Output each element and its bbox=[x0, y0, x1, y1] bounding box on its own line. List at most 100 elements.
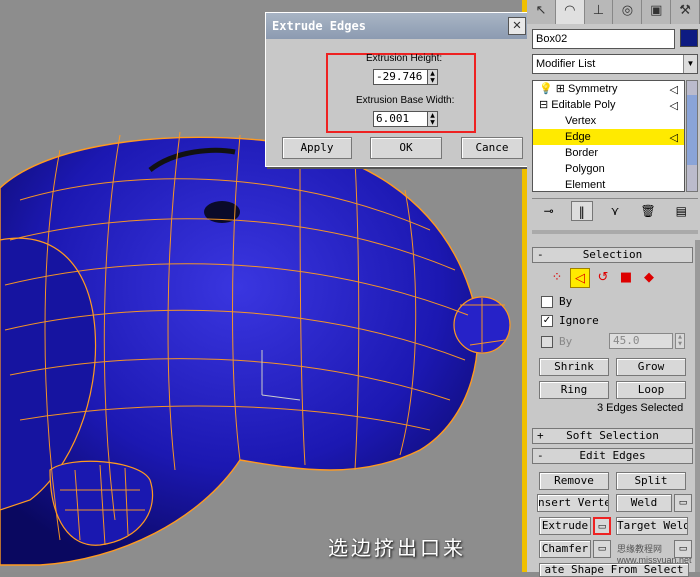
insert-vertex-button[interactable]: nsert Verte bbox=[537, 494, 609, 512]
create-icon[interactable]: ↖ bbox=[527, 0, 556, 24]
extrude-edges-dialog: Extrude Edges ✕ Extrusion Height: -29.74… bbox=[265, 12, 531, 167]
hierarchy-icon[interactable]: ⊥ bbox=[585, 0, 614, 24]
stack-item-element[interactable]: Element bbox=[533, 177, 684, 191]
weld-button[interactable]: Weld bbox=[616, 494, 672, 512]
scrollbar-thumb[interactable] bbox=[687, 95, 697, 165]
caption-text: 选边挤出口来 bbox=[328, 536, 466, 560]
stack-item-label: Edge bbox=[565, 131, 591, 143]
collapse-icon[interactable]: ⊟ bbox=[539, 99, 548, 111]
border-mode-icon[interactable]: ↺ bbox=[593, 268, 613, 288]
display-icon[interactable]: ▣ bbox=[642, 0, 672, 24]
grow-button[interactable]: Grow bbox=[616, 358, 686, 376]
panel-scrollbar[interactable] bbox=[695, 240, 700, 572]
modifier-list-dropdown[interactable]: Modifier List ▼ bbox=[532, 54, 698, 74]
soft-selection-rollout-header[interactable]: + Soft Selection bbox=[532, 428, 693, 444]
lightbulb-icon[interactable]: 💡 bbox=[539, 83, 553, 95]
polygon-mode-icon[interactable]: ■ bbox=[616, 268, 636, 288]
collapse-toggle: - bbox=[537, 449, 544, 462]
show-end-result-icon[interactable]: ‖ bbox=[570, 200, 593, 221]
dialog-titlebar[interactable]: Extrude Edges ✕ bbox=[266, 13, 530, 39]
extrusion-width-spinner[interactable]: 6.001 ▲ ▼ bbox=[373, 111, 438, 127]
settings-icon[interactable]: ▭ bbox=[674, 540, 692, 558]
soft-selection-title: Soft Selection bbox=[566, 429, 659, 442]
spinner-arrows-icon[interactable]: ▲ ▼ bbox=[675, 333, 685, 349]
chamfer-settings-icon[interactable]: ▭ bbox=[593, 540, 611, 558]
ok-button[interactable]: OK bbox=[370, 137, 442, 159]
by-angle-label: By bbox=[559, 335, 573, 348]
stack-toolbar: ⊸ ‖ ⋎ 🗑 ▤ bbox=[532, 198, 698, 222]
extrude-settings-icon[interactable]: ▭ bbox=[593, 517, 611, 535]
selection-title: Selection bbox=[582, 248, 643, 261]
create-shape-button[interactable]: ate Shape From Select bbox=[539, 563, 689, 577]
object-name-input[interactable]: Box02 bbox=[532, 29, 675, 49]
stack-item-label: Editable Poly bbox=[551, 99, 616, 111]
ignore-backfacing-checkbox[interactable]: ✓ bbox=[541, 315, 553, 327]
target-weld-button[interactable]: Target Weld bbox=[616, 517, 688, 535]
stack-item-label: Element bbox=[565, 179, 606, 191]
motion-icon[interactable]: ◎ bbox=[613, 0, 643, 24]
close-icon[interactable]: ✕ bbox=[508, 17, 526, 35]
weld-settings-icon[interactable]: ▭ bbox=[674, 494, 692, 512]
stack-item-vertex[interactable]: Vertex bbox=[533, 113, 684, 129]
remove-modifier-icon[interactable]: 🗑 bbox=[637, 201, 659, 221]
shrink-button[interactable]: Shrink bbox=[539, 358, 609, 376]
collapse-toggle: - bbox=[537, 248, 544, 261]
split-button[interactable]: Split bbox=[616, 472, 686, 490]
element-mode-icon[interactable]: ◆ bbox=[639, 268, 659, 288]
angle-input[interactable]: 45.0 bbox=[609, 333, 673, 349]
show-end-result-icon: ◁ bbox=[669, 84, 678, 96]
stack-item-label: Border bbox=[565, 147, 599, 159]
cancel-button[interactable]: Cance bbox=[461, 137, 523, 159]
apply-button[interactable]: Apply bbox=[282, 137, 352, 159]
extrude-button[interactable]: Extrude bbox=[539, 517, 591, 535]
modify-icon[interactable]: ◠ bbox=[555, 0, 585, 24]
edit-edges-rollout-header[interactable]: - Edit Edges bbox=[532, 448, 693, 464]
remove-button[interactable]: Remove bbox=[539, 472, 609, 490]
extrusion-height-label: Extrusion Height: bbox=[366, 53, 443, 64]
by-angle-checkbox[interactable] bbox=[541, 336, 553, 348]
chamfer-button[interactable]: Chamfer bbox=[539, 540, 591, 558]
extrusion-width-input[interactable]: 6.001 bbox=[373, 111, 427, 127]
stack-item-label: Polygon bbox=[565, 163, 605, 175]
stack-item-label: Vertex bbox=[565, 115, 597, 127]
stack-scrollbar[interactable] bbox=[686, 80, 698, 192]
by-vertex-checkbox[interactable] bbox=[541, 296, 553, 308]
make-unique-icon[interactable]: ⋎ bbox=[604, 201, 626, 221]
by-vertex-label: By bbox=[559, 295, 573, 308]
show-end-result-icon: ◁ bbox=[669, 100, 678, 112]
command-panel: ↖ ◠ ⊥ ◎ ▣ ⚒ Box02 Modifier List ▼ 💡 ⊞ Sy… bbox=[527, 0, 700, 577]
dialog-title: Extrude Edges bbox=[272, 19, 366, 33]
extrusion-height-input[interactable]: -29.746 bbox=[373, 69, 427, 85]
spinner-arrows-icon[interactable]: ▲ ▼ bbox=[427, 111, 438, 127]
object-color-swatch[interactable] bbox=[680, 29, 698, 47]
stack-item-symmetry[interactable]: 💡 ⊞ Symmetry ◁ bbox=[533, 81, 684, 97]
extrusion-height-spinner[interactable]: -29.746 ▲ ▼ bbox=[373, 69, 438, 85]
modifier-list-label: Modifier List bbox=[536, 58, 596, 70]
panel-tabbar: ↖ ◠ ⊥ ◎ ▣ ⚒ bbox=[527, 0, 700, 24]
expand-icon[interactable]: ⊞ bbox=[556, 83, 565, 95]
stack-item-editable-poly[interactable]: ⊟ Editable Poly ◁ bbox=[533, 97, 684, 113]
extrusion-width-label: Extrusion Base Width: bbox=[356, 95, 455, 106]
configure-sets-icon[interactable]: ▤ bbox=[670, 201, 692, 221]
selection-rollout-header[interactable]: - Selection bbox=[532, 247, 693, 263]
edit-edges-title: Edit Edges bbox=[579, 449, 646, 462]
utilities-icon[interactable]: ⚒ bbox=[671, 0, 700, 24]
ring-button[interactable]: Ring bbox=[539, 381, 609, 399]
expand-toggle: + bbox=[537, 429, 544, 442]
subobject-level-icons: ⁘ ◁ ↺ ■ ◆ bbox=[547, 268, 659, 288]
divider bbox=[532, 230, 698, 234]
chevron-down-icon[interactable]: ▼ bbox=[683, 55, 697, 73]
pin-stack-icon[interactable]: ⊸ bbox=[538, 201, 560, 221]
stack-item-border[interactable]: Border bbox=[533, 145, 684, 161]
loop-button[interactable]: Loop bbox=[616, 381, 686, 399]
stack-item-label: Symmetry bbox=[568, 83, 618, 95]
stack-item-edge[interactable]: Edge ◁ bbox=[533, 129, 684, 145]
stack-item-polygon[interactable]: Polygon bbox=[533, 161, 684, 177]
edge-mode-icon: ◁ bbox=[669, 132, 678, 144]
modifier-stack: 💡 ⊞ Symmetry ◁ ⊟ Editable Poly ◁ Vertex … bbox=[532, 80, 685, 192]
spinner-arrows-icon[interactable]: ▲ ▼ bbox=[427, 69, 438, 85]
ignore-backfacing-label: Ignore bbox=[559, 314, 599, 327]
edge-mode-icon[interactable]: ◁ bbox=[570, 268, 590, 288]
selection-status: 3 Edges Selected bbox=[597, 402, 684, 414]
vertex-mode-icon[interactable]: ⁘ bbox=[547, 268, 567, 288]
